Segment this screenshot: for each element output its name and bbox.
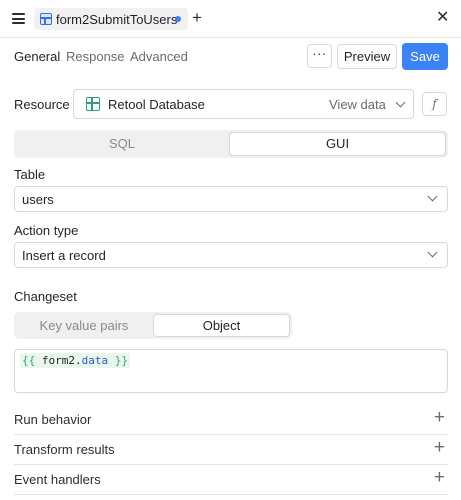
section-run-behavior[interactable]: Run behavior +: [14, 405, 448, 435]
expand-plus-icon: +: [433, 407, 445, 428]
chevron-down-icon: [427, 191, 438, 202]
query-tab[interactable]: form2SubmitToUsers: [34, 8, 188, 30]
more-options-button[interactable]: ···: [307, 44, 332, 68]
table-select[interactable]: users: [14, 186, 448, 212]
changeset-option-key-value[interactable]: Key value pairs: [16, 314, 152, 337]
expand-plus-icon: +: [433, 467, 445, 488]
chevron-down-icon: [395, 97, 406, 108]
action-type-label: Action type: [14, 223, 79, 238]
changeset-toggle: Key value pairs Object: [14, 312, 292, 339]
mode-toggle: SQL GUI: [14, 130, 448, 158]
resource-name: Retool Database: [108, 97, 205, 112]
database-table-icon: [86, 97, 100, 111]
query-tab-label: form2SubmitToUsers: [56, 12, 178, 27]
expand-plus-icon: +: [433, 437, 445, 458]
section-label: Event handlers: [14, 472, 101, 487]
resource-select[interactable]: Retool Database View data: [73, 89, 414, 119]
changeset-code-editor[interactable]: {{ form2.data }}: [14, 349, 448, 393]
close-icon[interactable]: ✕: [436, 9, 449, 27]
code-expression: {{ form2.data }}: [20, 353, 130, 368]
mode-option-sql[interactable]: SQL: [16, 132, 228, 156]
table-value: users: [22, 192, 54, 207]
action-type-select[interactable]: Insert a record: [14, 242, 448, 268]
changeset-label: Changeset: [14, 289, 77, 304]
section-event-handlers[interactable]: Event handlers +: [14, 465, 448, 495]
tab-general[interactable]: General: [14, 49, 60, 64]
chevron-down-icon: [427, 247, 438, 258]
action-type-value: Insert a record: [22, 248, 106, 263]
tab-advanced[interactable]: Advanced: [130, 49, 188, 64]
menu-icon[interactable]: [12, 13, 25, 24]
tab-response[interactable]: Response: [66, 49, 125, 64]
table-label: Table: [14, 167, 46, 182]
unsaved-dot-icon: [175, 16, 181, 22]
section-label: Transform results: [14, 442, 115, 457]
query-tab-bar: form2SubmitToUsers + ✕: [0, 0, 461, 38]
section-label: Run behavior: [14, 412, 92, 427]
table-icon: [40, 13, 52, 25]
view-data-link[interactable]: View data: [329, 97, 386, 112]
preview-button[interactable]: Preview: [337, 44, 397, 69]
resource-label: Resource: [14, 97, 70, 112]
fx-button[interactable]: f: [422, 92, 447, 116]
save-button[interactable]: Save: [402, 43, 448, 70]
add-tab-icon[interactable]: +: [192, 9, 202, 27]
section-transform-results[interactable]: Transform results +: [14, 435, 448, 465]
mode-option-gui[interactable]: GUI: [229, 132, 446, 156]
changeset-option-object[interactable]: Object: [153, 314, 290, 337]
